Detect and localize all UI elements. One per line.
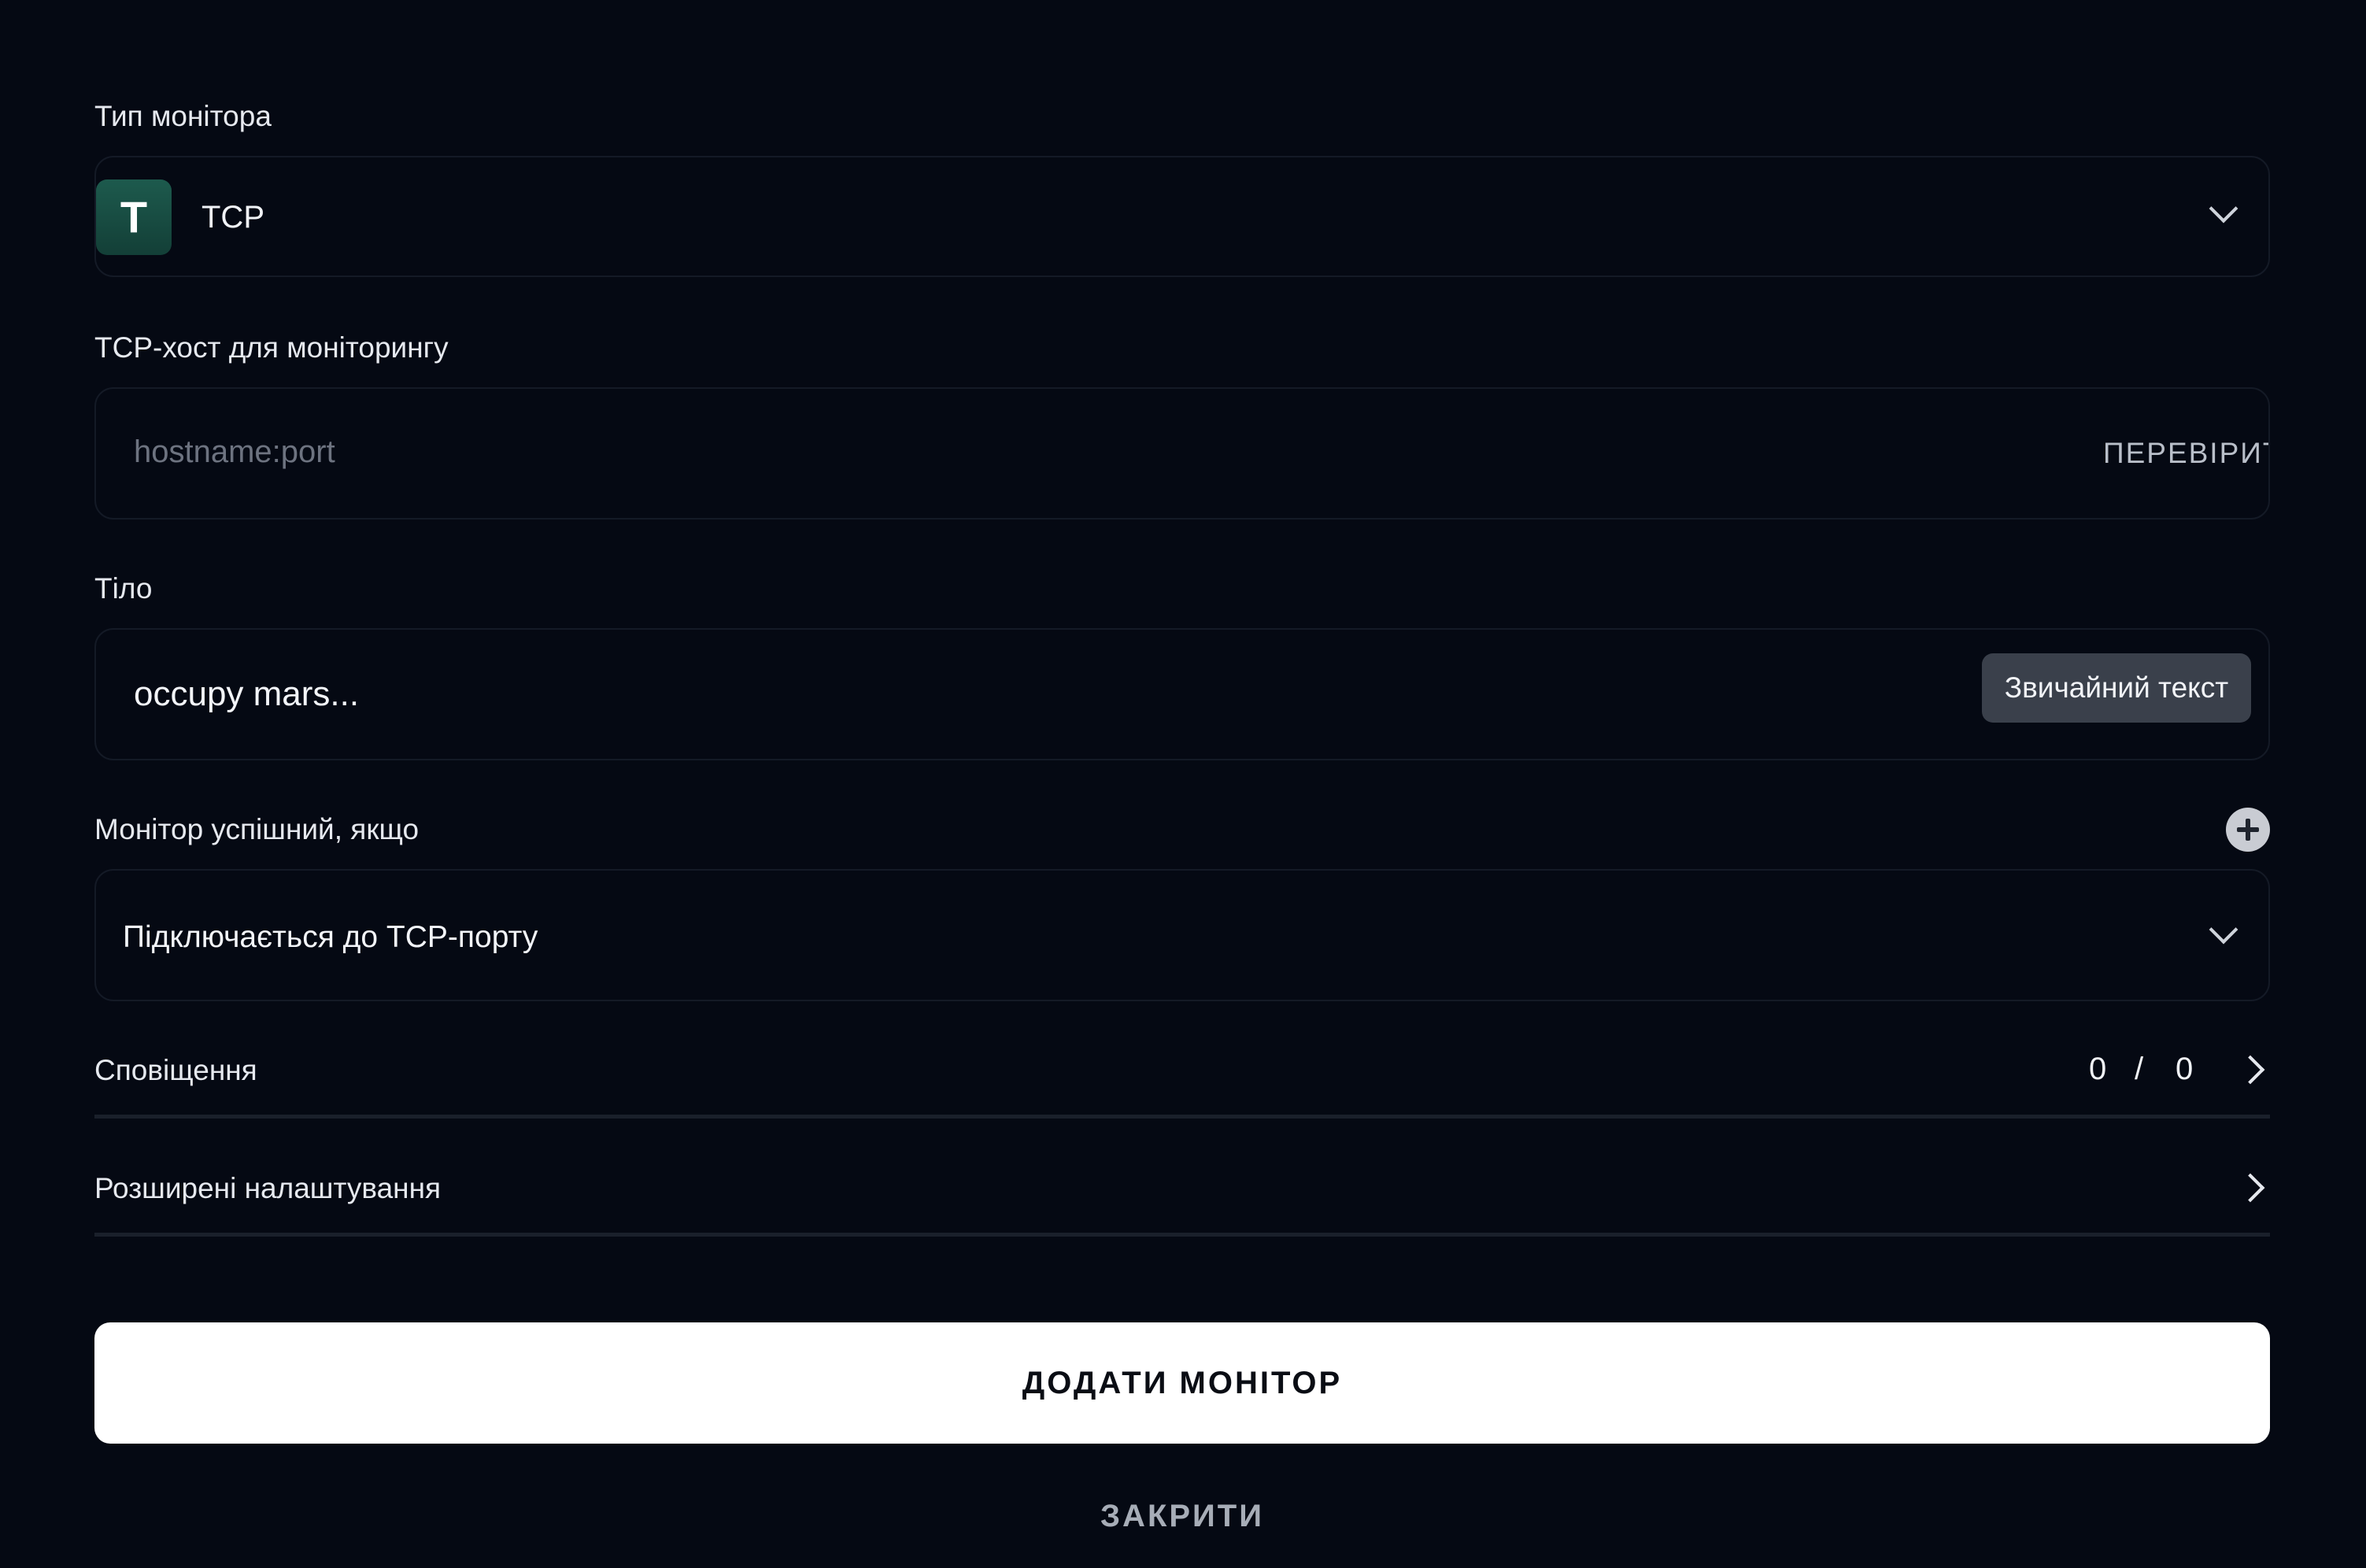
divider xyxy=(94,1233,2270,1237)
body-format-button[interactable]: Звичайний текст xyxy=(1982,653,2251,723)
tcp-host-input[interactable] xyxy=(134,428,2023,475)
divider xyxy=(94,1115,2270,1119)
notifications-selected-count: 0 xyxy=(2089,1052,2107,1086)
chevron-right-icon[interactable] xyxy=(2235,1173,2265,1203)
success-condition-label: Монітор успішний, якщо xyxy=(94,813,420,845)
monitor-type-select[interactable]: T TCP xyxy=(94,156,2270,277)
body-field[interactable]: occupy mars... Звичайний текст xyxy=(94,628,2270,760)
chevron-down-icon xyxy=(2209,194,2238,224)
notifications-label[interactable]: Сповіщення xyxy=(94,1053,257,1088)
monitor-type-value: TCP xyxy=(201,200,264,235)
tcp-type-icon: T xyxy=(96,179,172,255)
body-label: Тіло xyxy=(94,572,153,605)
success-condition-value: Підключається до TCP-порту xyxy=(123,920,538,954)
advanced-settings-label[interactable]: Розширені налаштування xyxy=(94,1171,441,1206)
tcp-host-label: TCP-хост для моніторингу xyxy=(94,331,449,364)
add-monitor-form: Тип монітора T TCP TCP-хост для монітори… xyxy=(0,0,2366,1568)
success-condition-select[interactable]: Підключається до TCP-порту xyxy=(94,869,2270,1001)
add-monitor-button[interactable]: ДОДАТИ МОНІТОР xyxy=(94,1322,2270,1444)
body-value: occupy mars... xyxy=(134,675,360,713)
monitor-type-label: Тип монітора xyxy=(94,100,272,132)
notifications-total-count: 0 xyxy=(2176,1052,2194,1086)
verify-button[interactable]: ПЕРЕВІРИТИ xyxy=(2103,436,2268,471)
add-condition-button[interactable] xyxy=(2226,808,2270,852)
chevron-down-icon xyxy=(2209,915,2238,945)
close-button[interactable]: ЗАКРИТИ xyxy=(94,1494,2270,1538)
notifications-separator: / xyxy=(2135,1052,2144,1086)
chevron-right-icon[interactable] xyxy=(2235,1055,2265,1085)
tcp-host-field: ПЕРЕВІРИТИ xyxy=(94,387,2270,520)
